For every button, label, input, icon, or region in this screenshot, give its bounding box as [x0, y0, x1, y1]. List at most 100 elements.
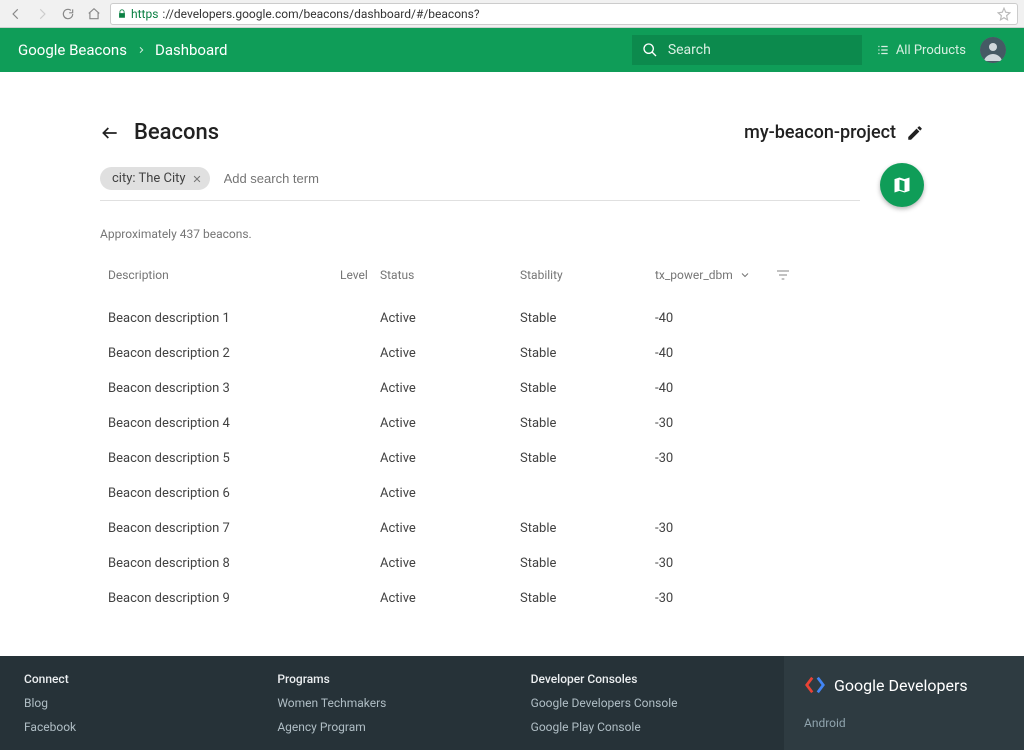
cell-status: Active: [380, 591, 520, 606]
chip-close-icon[interactable]: [192, 174, 202, 184]
cell-description: Beacon description 4: [100, 416, 340, 431]
project-name: my-beacon-project: [744, 122, 896, 143]
cell-status: Active: [380, 346, 520, 361]
cell-stability: Stable: [520, 521, 655, 536]
cell-stability: Stable: [520, 381, 655, 396]
chip-text: city: The City: [112, 171, 186, 186]
filter-chip[interactable]: city: The City: [100, 167, 210, 190]
table-row[interactable]: Beacon description 9ActiveStable-30: [100, 581, 924, 616]
footer-brand: Google Developers Android: [784, 656, 1024, 750]
browser-chrome: https ://developers.google.com/beacons/da…: [0, 0, 1024, 28]
table-body: Beacon description 1ActiveStable-40Beaco…: [100, 301, 924, 616]
brand-logo[interactable]: Google Developers: [804, 674, 1004, 696]
result-count: Approximately 437 beacons.: [100, 227, 924, 241]
cell-stability: Stable: [520, 451, 655, 466]
header-search[interactable]: Search: [632, 35, 862, 65]
url-bar[interactable]: https ://developers.google.com/beacons/da…: [110, 3, 1018, 25]
cell-stability: Stable: [520, 556, 655, 571]
page-title: Beacons: [134, 120, 219, 145]
footer-col-connect: Connect Blog Facebook: [24, 672, 237, 734]
breadcrumb: Google Beacons Dashboard: [18, 41, 228, 59]
home-icon[interactable]: [84, 4, 104, 24]
cell-description: Beacon description 3: [100, 381, 340, 396]
cell-status: Active: [380, 451, 520, 466]
cell-tx: -30: [655, 591, 775, 606]
col-tx-power[interactable]: tx_power_dbm: [655, 268, 775, 282]
reload-icon[interactable]: [58, 4, 78, 24]
footer-heading: Developer Consoles: [531, 672, 744, 686]
forward-icon[interactable]: [32, 4, 52, 24]
footer-link[interactable]: Google Play Console: [531, 720, 744, 734]
map-icon: [892, 175, 912, 195]
cell-status: Active: [380, 556, 520, 571]
footer-col-programs: Programs Women Techmakers Agency Program: [277, 672, 490, 734]
list-icon: [876, 43, 890, 57]
table-row[interactable]: Beacon description 1ActiveStable-40: [100, 301, 924, 336]
cell-description: Beacon description 1: [100, 311, 340, 326]
footer-link[interactable]: Facebook: [24, 720, 237, 734]
cell-stability: Stable: [520, 346, 655, 361]
col-description[interactable]: Description: [100, 268, 340, 282]
table-row[interactable]: Beacon description 3 ActiveStable-40: [100, 371, 924, 406]
col-level[interactable]: Level: [340, 268, 380, 282]
main-content: Beacons my-beacon-project city: The City: [0, 72, 1024, 656]
footer-heading: Connect: [24, 672, 237, 686]
col-stability[interactable]: Stability: [520, 268, 655, 282]
cell-tx: -30: [655, 416, 775, 431]
avatar[interactable]: [980, 37, 1006, 63]
all-products-label: All Products: [896, 43, 966, 58]
cell-description: Beacon description 8: [100, 556, 340, 571]
footer-heading: Programs: [277, 672, 490, 686]
footer-link[interactable]: Women Techmakers: [277, 696, 490, 710]
cell-tx: -40: [655, 381, 775, 396]
url-rest: ://developers.google.com/beacons/dashboa…: [162, 7, 479, 21]
map-fab[interactable]: [880, 163, 924, 207]
cell-status: Active: [380, 381, 520, 396]
search-input[interactable]: [224, 171, 860, 186]
table-header: Description Level Status Stability tx_po…: [100, 259, 924, 301]
col-status[interactable]: Status: [380, 268, 520, 282]
table-row[interactable]: Beacon description 6Active: [100, 476, 924, 511]
search-row: city: The City: [100, 167, 860, 201]
url-scheme: https: [131, 7, 158, 21]
cell-tx: -40: [655, 311, 775, 326]
app-header: Google Beacons Dashboard Search All Prod…: [0, 28, 1024, 72]
search-placeholder: Search: [668, 42, 711, 58]
app-name[interactable]: Google Beacons: [18, 41, 127, 59]
brand-text: Google Developers: [834, 676, 968, 695]
section-name[interactable]: Dashboard: [155, 41, 228, 59]
table-row[interactable]: Beacon description 7ActiveStable-30: [100, 511, 924, 546]
cell-description: Beacon description 2: [100, 346, 340, 361]
brand-sublink[interactable]: Android: [804, 716, 1004, 730]
footer: Connect Blog Facebook Programs Women Tec…: [0, 656, 1024, 750]
developers-logo-icon: [804, 674, 826, 696]
star-icon[interactable]: [997, 7, 1011, 21]
cell-stability: Stable: [520, 416, 655, 431]
back-arrow-icon[interactable]: [100, 123, 120, 143]
cell-status: Active: [380, 311, 520, 326]
cell-status: Active: [380, 521, 520, 536]
cell-description: Beacon description 6: [100, 486, 340, 501]
cell-tx: -30: [655, 556, 775, 571]
table-row[interactable]: Beacon description 8 ActiveStable-30: [100, 546, 924, 581]
search-icon: [642, 42, 658, 58]
edit-icon[interactable]: [906, 124, 924, 142]
chevron-right-icon: [137, 44, 145, 56]
all-products[interactable]: All Products: [876, 43, 966, 58]
cell-description: Beacon description 5: [100, 451, 340, 466]
back-icon[interactable]: [6, 4, 26, 24]
footer-link[interactable]: Blog: [24, 696, 237, 710]
chevron-down-icon: [739, 269, 751, 281]
footer-link[interactable]: Google Developers Console: [531, 696, 744, 710]
cell-tx: -40: [655, 346, 775, 361]
table-row[interactable]: Beacon description 2 ActiveStable-40: [100, 336, 924, 371]
cell-tx: -30: [655, 451, 775, 466]
table-row[interactable]: Beacon description 4 ActiveStable-30: [100, 406, 924, 441]
footer-link[interactable]: Agency Program: [277, 720, 490, 734]
filter-icon[interactable]: [775, 267, 815, 283]
lock-icon: [117, 8, 127, 20]
footer-col-consoles: Developer Consoles Google Developers Con…: [531, 672, 744, 734]
cell-description: Beacon description 9: [100, 591, 340, 606]
table-row[interactable]: Beacon description 5 ActiveStable-30: [100, 441, 924, 476]
cell-status: Active: [380, 416, 520, 431]
